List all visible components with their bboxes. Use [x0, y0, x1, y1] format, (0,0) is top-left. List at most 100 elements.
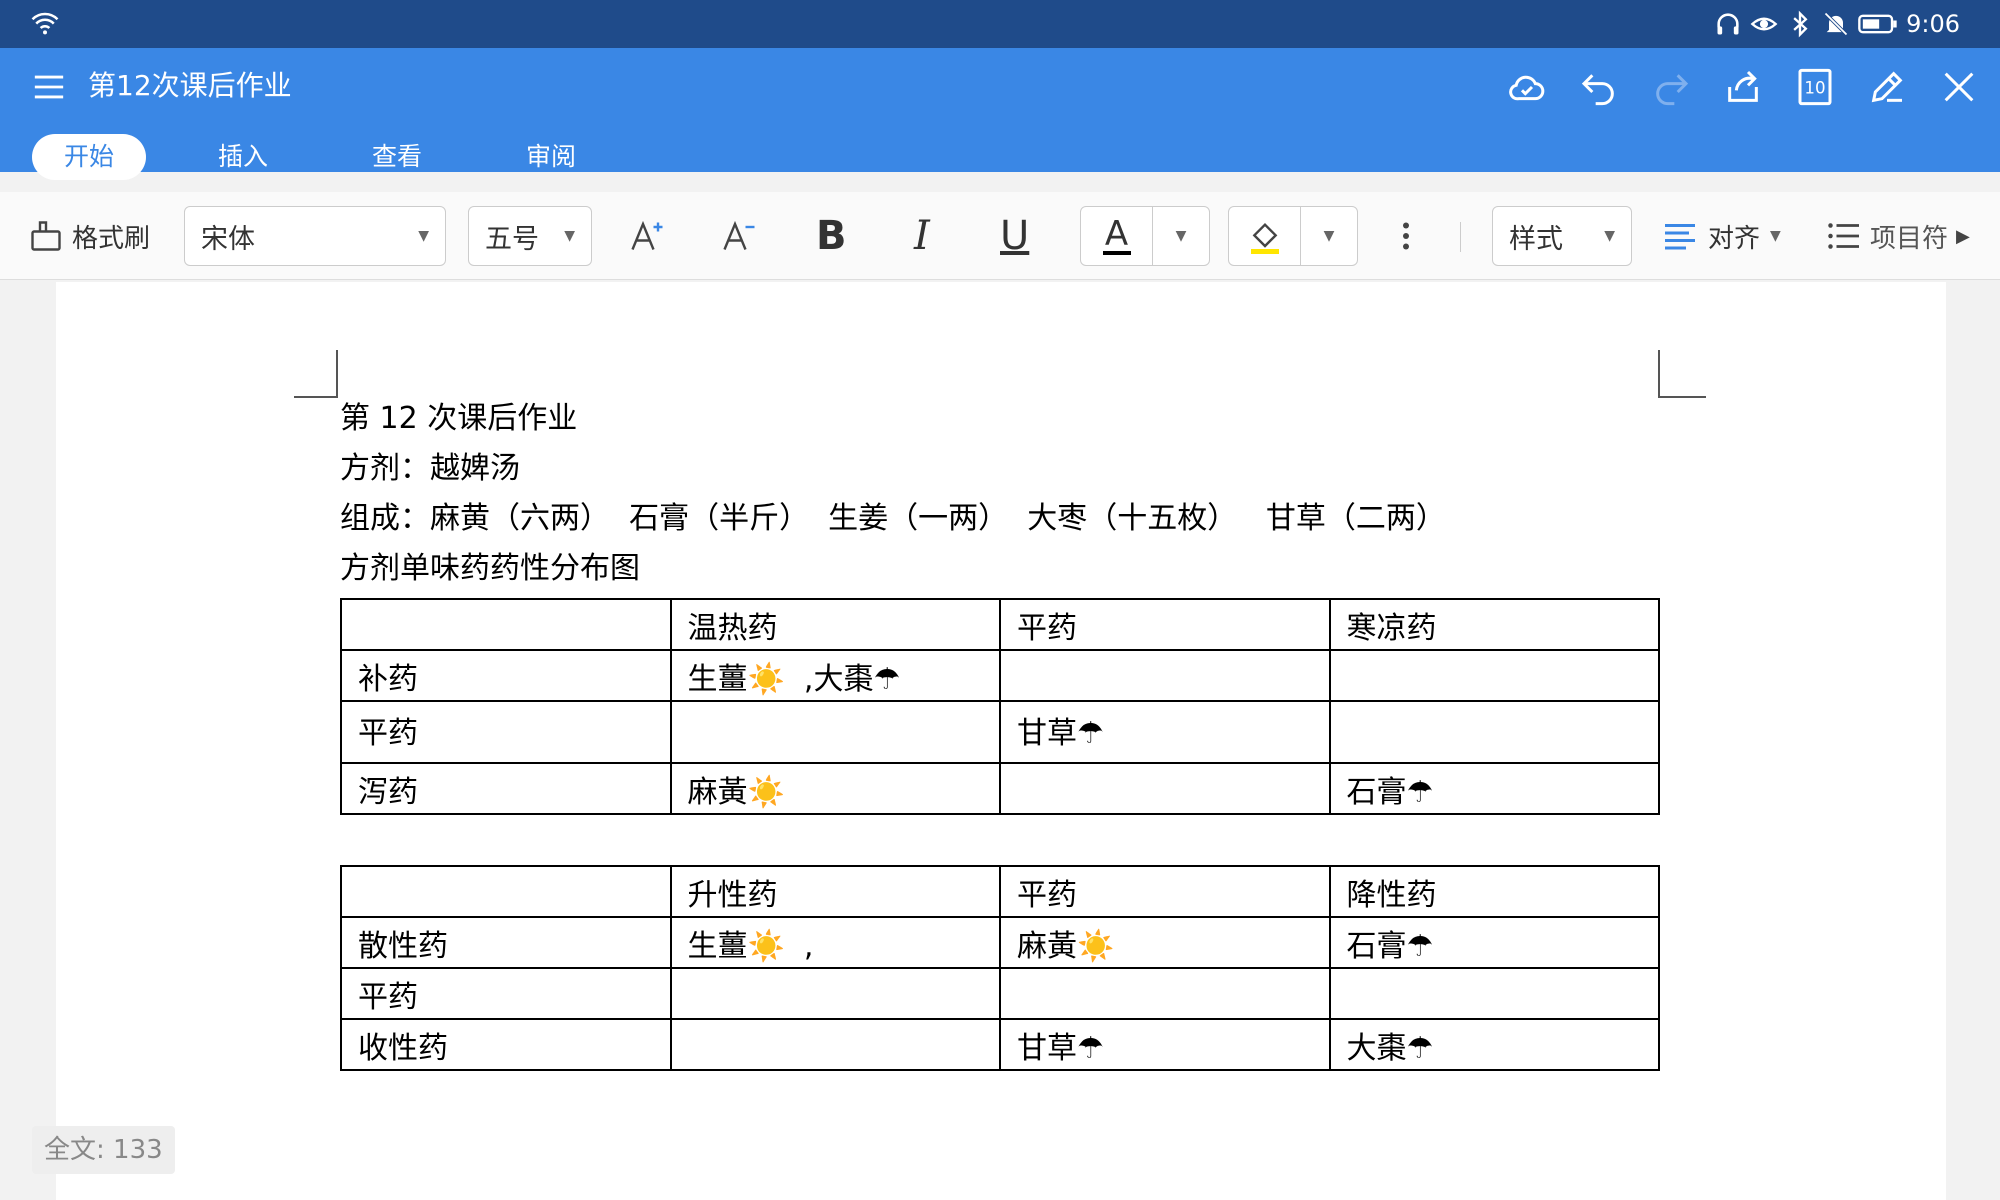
eye-icon — [1750, 17, 1778, 31]
crop-mark-top-left — [294, 350, 338, 398]
table-cell: 泻药 — [340, 762, 672, 815]
table-cell: 甘草☂ — [999, 700, 1331, 764]
table-cell: 平药 — [999, 865, 1331, 918]
table-cell: 平药 — [340, 967, 672, 1020]
mute-bell-icon — [1824, 12, 1848, 36]
page-count-badge: 10 — [1804, 79, 1825, 98]
herb-property-table-2: 升性药 平药 降性药 散性药 生薑☀️ , 麻黃☀️ 石膏☂ 平药 收性药 甘草… — [340, 865, 1660, 1071]
italic-button[interactable]: I — [914, 206, 930, 266]
align-label: 对齐 — [1708, 223, 1761, 254]
paint-bucket-icon — [1252, 222, 1277, 248]
font-size-select[interactable]: 五号 ▼ — [468, 206, 592, 266]
underline-button[interactable]: U — [1000, 206, 1029, 266]
align-left-icon — [1665, 224, 1695, 250]
table-row: 温热药 平药 寒凉药 — [340, 598, 1660, 651]
decrease-font-icon — [723, 220, 755, 250]
menu-icon[interactable] — [32, 70, 66, 104]
edit-button[interactable] — [1862, 62, 1912, 112]
table-cell — [669, 1018, 1001, 1071]
chevron-down-icon[interactable]: ▼ — [1324, 228, 1335, 244]
table-cell: 甘草☂ — [999, 1018, 1331, 1071]
ribbon-tabs: 开始 插入 查看 审阅 — [32, 134, 608, 180]
herb-property-table-1: 温热药 平药 寒凉药 补药 生薑☀️ ,大棗☂ 平药 甘草☂ 泻药 麻黃☀️ 石 — [340, 598, 1660, 815]
doc-composition: 组成：麻黄（六两） 石膏（半斤） 生姜（一两） 大枣（十五枚） 甘草（二两） — [340, 501, 1446, 536]
table-cell: 升性药 — [669, 865, 1001, 918]
redo-button[interactable] — [1646, 62, 1696, 112]
font-color-icon: A — [1104, 214, 1129, 254]
font-name-select[interactable]: 宋体 ▼ — [184, 206, 446, 266]
close-button[interactable] — [1934, 62, 1984, 112]
increase-font-button[interactable] — [628, 206, 664, 266]
decrease-font-button[interactable] — [720, 206, 756, 266]
document-body[interactable]: 第 12 次课后作业 方剂：越婢汤 组成：麻黄（六两） 石膏（半斤） 生姜（一两… — [340, 394, 1660, 1071]
table-cell: 温热药 — [669, 598, 1001, 651]
style-select[interactable]: 样式 ▼ — [1492, 206, 1632, 266]
tab-start[interactable]: 开始 — [32, 134, 147, 180]
table-cell: 平药 — [999, 598, 1331, 651]
cloud-sync-button[interactable] — [1502, 62, 1552, 112]
table-cell: 麻黃☀️ — [669, 762, 1001, 815]
title-bar: 第12次课后作业 10 开始 插入 查看 审阅 — [0, 48, 2000, 180]
format-toolbar: 格式刷 宋体 ▼ 五号 ▼ B I U A ▼ ▼ 样式 ▼ 对齐 ▼ 项目符 … — [0, 192, 2000, 280]
font-size-value: 五号 — [485, 223, 539, 255]
table-cell — [340, 865, 672, 918]
toolbar-scroll-right[interactable]: ▶ — [1956, 206, 1970, 266]
redo-icon — [1656, 74, 1689, 106]
more-vertical-icon — [1403, 222, 1409, 250]
chevron-down-icon: ▼ — [564, 228, 575, 244]
format-painter-label: 格式刷 — [72, 223, 151, 254]
table-cell — [669, 700, 1001, 764]
bluetooth-icon — [1793, 10, 1808, 38]
table-cell: 大棗☂ — [1328, 1018, 1660, 1071]
table-cell — [340, 598, 672, 651]
bullets-button[interactable]: 项目符 — [1826, 206, 1956, 266]
table-cell: 生薑☀️ ,大棗☂ — [669, 649, 1001, 702]
highlight-button[interactable] — [1229, 207, 1301, 265]
share-button[interactable] — [1718, 62, 1768, 112]
font-color-button[interactable]: A — [1081, 207, 1153, 265]
table-cell: 寒凉药 — [1328, 598, 1660, 651]
table-cell — [999, 649, 1331, 702]
highlight-color-select[interactable]: ▼ — [1228, 206, 1358, 266]
table-row: 散性药 生薑☀️ , 麻黃☀️ 石膏☂ — [340, 916, 1660, 969]
cloud-check-icon — [1509, 75, 1545, 101]
style-value: 样式 — [1509, 223, 1563, 255]
format-painter-button[interactable]: 格式刷 — [28, 206, 150, 266]
chevron-down-icon[interactable]: ▼ — [1176, 228, 1187, 244]
tab-review[interactable]: 审阅 — [494, 134, 608, 180]
increase-font-icon — [631, 220, 663, 250]
table-row: 平药 — [340, 967, 1660, 1020]
table-cell — [1328, 649, 1660, 702]
table-cell: 平药 — [340, 700, 672, 764]
page-count-button[interactable]: 10 — [1790, 62, 1840, 112]
document-page[interactable]: 第 12 次课后作业 方剂：越婢汤 组成：麻黄（六两） 石膏（半斤） 生姜（一两… — [56, 282, 1946, 1200]
word-count-badge[interactable]: 全文: 133 — [32, 1126, 175, 1174]
page-count-icon: 10 — [1798, 68, 1832, 106]
highlight-swatch — [1250, 248, 1279, 254]
table-row: 平药 甘草☂ — [340, 700, 1660, 764]
tab-insert[interactable]: 插入 — [186, 134, 300, 180]
table-cell: 麻黃☀️ — [999, 916, 1331, 969]
table-cell — [999, 762, 1331, 815]
align-button[interactable]: 对齐 ▼ — [1662, 206, 1781, 266]
table-cell: 石膏☂ — [1328, 762, 1660, 815]
table-cell: 补药 — [340, 649, 672, 702]
table-cell: 收性药 — [340, 1018, 672, 1071]
font-color-swatch — [1102, 251, 1131, 255]
bold-button[interactable]: B — [816, 206, 847, 266]
chevron-down-icon: ▼ — [1604, 228, 1615, 244]
tab-view[interactable]: 查看 — [340, 134, 454, 180]
table-row: 补药 生薑☀️ ,大棗☂ — [340, 649, 1660, 702]
share-icon — [1728, 70, 1758, 102]
doc-heading: 第 12 次课后作业 — [340, 401, 578, 436]
undo-button[interactable] — [1574, 62, 1624, 112]
table-row: 升性药 平药 降性药 — [340, 865, 1660, 918]
font-color-select[interactable]: A ▼ — [1080, 206, 1210, 266]
crop-mark-top-right — [1658, 350, 1706, 398]
more-options-button[interactable] — [1388, 206, 1424, 266]
battery-icon — [1858, 14, 1897, 34]
table-row: 泻药 麻黃☀️ 石膏☂ — [340, 762, 1660, 815]
table-cell: 生薑☀️ , — [669, 916, 1001, 969]
headphones-icon — [1717, 13, 1739, 35]
table-cell — [1328, 967, 1660, 1020]
